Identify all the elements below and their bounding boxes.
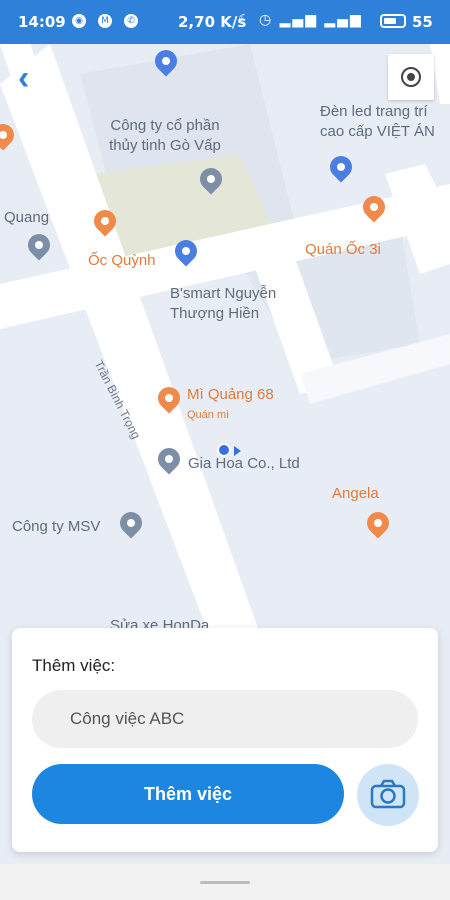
battery-level: 55 bbox=[412, 13, 433, 31]
viber-icon: ✆ bbox=[124, 14, 138, 28]
navigation-bar bbox=[0, 864, 450, 900]
task-input[interactable] bbox=[32, 690, 418, 748]
heading-arrow-icon bbox=[234, 446, 241, 456]
poi-label-glass[interactable]: Công ty cổ phần thủy tinh Gò Vấp bbox=[100, 116, 230, 156]
camera-button[interactable] bbox=[357, 764, 419, 826]
camera-icon bbox=[370, 779, 406, 809]
poi-label-mi-quang[interactable]: Mì Quảng 68 bbox=[187, 385, 274, 405]
messenger-icon: ◉ bbox=[72, 14, 86, 28]
poi-label-angela[interactable]: Angela bbox=[332, 484, 379, 504]
status-bar: 14:09 ◉ M ✆ 2,70 K/s ☾ ◷ ▂▄▆ ▂▄▆ 55 bbox=[0, 0, 450, 44]
home-gesture-handle[interactable] bbox=[200, 881, 250, 884]
add-task-card: Thêm việc: Thêm việc bbox=[12, 628, 438, 852]
status-time: 14:09 bbox=[18, 13, 66, 31]
add-task-button[interactable]: Thêm việc bbox=[32, 764, 344, 824]
poi-label-mi-quang-sub: Quán mì bbox=[187, 409, 230, 421]
my-location-button[interactable] bbox=[388, 54, 434, 100]
poi-label-msv[interactable]: Công ty MSV bbox=[12, 517, 100, 537]
poi-label-quan-oc[interactable]: Quán Ốc 3i bbox=[305, 240, 381, 260]
locate-dot bbox=[407, 73, 415, 81]
add-task-label: Thêm việc: bbox=[32, 656, 116, 675]
network-speed: 2,70 K/s bbox=[178, 13, 247, 31]
poi-label-gia-hoa[interactable]: Gia Hoa Co., Ltd bbox=[188, 454, 300, 474]
poi-label-led[interactable]: Đèn led trang trí cao cấp VIỆT ÁN bbox=[320, 102, 450, 142]
battery-icon bbox=[380, 14, 406, 28]
back-button[interactable]: ‹ bbox=[18, 61, 48, 95]
current-location-marker bbox=[217, 443, 231, 457]
poi-label-quang[interactable]: Quang bbox=[4, 208, 49, 228]
poi-label-bsmart[interactable]: B'smart Nguyễn Thượng Hiền bbox=[170, 284, 300, 324]
signal-icons: ☾ ◷ ▂▄▆ ▂▄▆ bbox=[238, 12, 363, 28]
gmail-icon: M bbox=[98, 14, 112, 28]
poi-label-oc-quynh[interactable]: Ốc Quỳnh bbox=[88, 251, 156, 271]
